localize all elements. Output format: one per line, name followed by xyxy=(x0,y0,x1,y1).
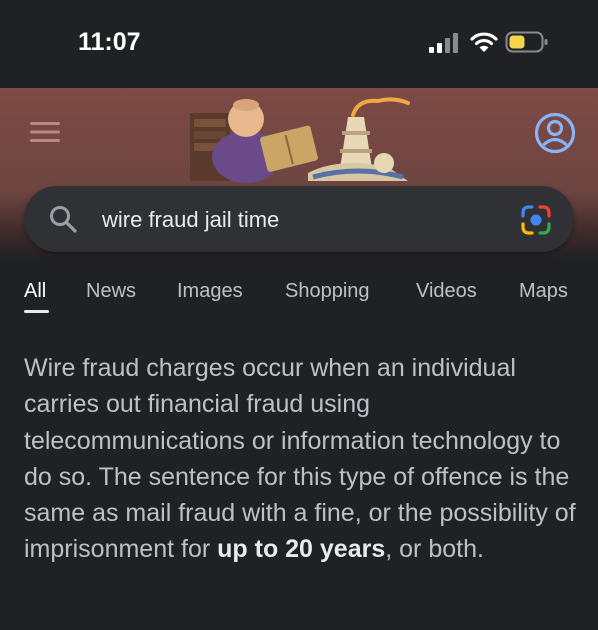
google-doodle[interactable] xyxy=(188,95,413,185)
snippet-text: Wire fraud charges occur when an individ… xyxy=(24,354,576,564)
battery-icon xyxy=(505,31,548,53)
tab-shopping[interactable]: Shopping xyxy=(285,280,370,303)
snippet-highlight: up to 20 years xyxy=(217,535,386,564)
tab-all[interactable]: All xyxy=(24,280,46,303)
search-input[interactable]: wire fraud jail time xyxy=(102,207,279,233)
status-time: 11:07 xyxy=(78,28,141,56)
google-lens-icon[interactable] xyxy=(520,204,552,236)
tab-news[interactable]: News xyxy=(86,280,136,303)
search-tabs: All News Images Shopping Videos Maps xyxy=(0,270,598,320)
tab-videos[interactable]: Videos xyxy=(416,280,477,303)
tab-maps[interactable]: Maps xyxy=(519,280,568,303)
active-tab-indicator xyxy=(24,310,49,313)
search-icon[interactable] xyxy=(48,204,78,234)
hamburger-menu-icon[interactable] xyxy=(30,120,60,144)
account-circle-icon[interactable] xyxy=(534,112,576,154)
featured-snippet: Wire fraud charges occur when an individ… xyxy=(24,350,584,568)
search-box[interactable]: wire fraud jail time xyxy=(24,186,574,252)
tab-images[interactable]: Images xyxy=(177,280,243,303)
wifi-icon xyxy=(470,32,498,52)
status-bar: 11:07 xyxy=(0,0,598,88)
cellular-signal-icon xyxy=(429,33,458,53)
snippet-text-end: , or both. xyxy=(385,535,484,564)
